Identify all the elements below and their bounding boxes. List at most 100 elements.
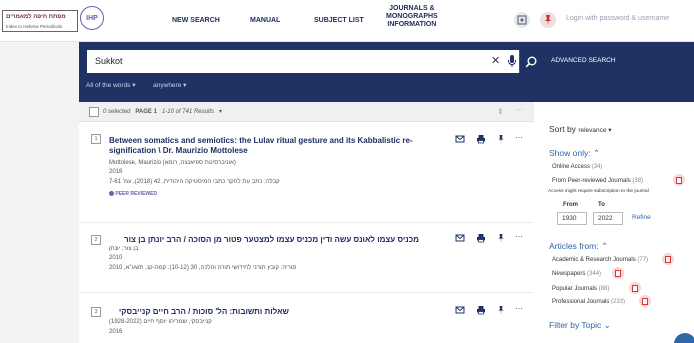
login-link[interactable]: Login with password & username — [566, 15, 669, 22]
show-only-header[interactable]: Show only: ⌃ — [549, 148, 600, 159]
results-menu-arrow[interactable]: ▾ — [219, 109, 222, 115]
nav-manual[interactable]: MANUAL — [250, 17, 280, 25]
exclude-icon[interactable] — [629, 282, 641, 294]
filters-sidebar: Sort by relevance ▾ Show only: ⌃ Online … — [534, 102, 694, 343]
pin-result-icon[interactable] — [496, 233, 506, 243]
filter-academic[interactable]: Academic & Research Journals (77) — [552, 257, 648, 263]
more-icon[interactable]: ⋯ — [515, 134, 525, 144]
clear-search-icon[interactable]: ✕ — [491, 54, 500, 67]
filter-popular[interactable]: Popular Journals (88) — [552, 286, 609, 292]
filter-topic-header[interactable]: Filter by Topic ⌄ — [549, 320, 611, 331]
nav-subject-list[interactable]: SUBJECT LIST — [314, 17, 364, 25]
popular-label: Popular Journals — [552, 286, 598, 292]
result-title-line1: Between somatics and semiotics: the Lula… — [109, 136, 413, 145]
email-icon[interactable] — [455, 134, 465, 144]
result-author: Mottolese, Maurizio (אוניברסיטת ספיאנצה,… — [109, 160, 236, 166]
peer-reviewed-label: PEER REVIEWED — [115, 191, 158, 197]
online-access-count: (34) — [591, 164, 603, 170]
logo-english-text: Index to Hebrew Periodicals — [6, 24, 63, 29]
microphone-icon[interactable] — [507, 54, 517, 68]
filter-professional[interactable]: Professional Journals (233) — [552, 299, 625, 305]
pin-icon[interactable] — [540, 12, 556, 28]
results-panel: 0 selected PAGE 1 1-10 of 741 Results ▾ … — [79, 102, 534, 343]
search-query-text: Sukkot — [95, 56, 123, 66]
exclude-icon[interactable] — [612, 267, 624, 279]
logo-hebrew-text: מפתח חיפה למאמרים — [6, 14, 66, 20]
exclude-icon[interactable] — [639, 295, 651, 307]
popular-count: (88) — [598, 286, 610, 292]
result-number[interactable]: 1 — [91, 134, 101, 144]
ihp-badge: IHP — [80, 6, 104, 30]
results-range: 1-10 of 741 Results — [161, 109, 214, 115]
exclude-icon[interactable] — [662, 253, 674, 265]
nav-journals-line3: INFORMATION — [387, 21, 437, 28]
refine-button[interactable]: Refine — [632, 214, 651, 221]
filter-online-access[interactable]: Online Access (34) — [552, 164, 602, 170]
nav-journals-line2: MONOGRAPHS — [386, 13, 438, 20]
academic-count: (77) — [637, 257, 649, 263]
more-options-icon[interactable]: ⋯ — [515, 105, 523, 114]
search-band: Sukkot ✕ ADVANCED SEARCH All of the word… — [79, 42, 694, 102]
print-icon[interactable] — [476, 305, 486, 315]
result-author: קנייבסקי, שמריהו יוסף חיים (1928-2022) — [109, 319, 212, 325]
filter-words-dropdown[interactable]: All of the words ▾ — [86, 82, 136, 89]
result-title-line2: signification \ Dr. Maurizio Mottolese — [109, 146, 248, 155]
result-title[interactable]: Between somatics and semiotics: the Lula… — [109, 136, 454, 156]
results-summary: 0 selected PAGE 1 1-10 of 741 Results ▾ — [103, 108, 222, 115]
search-icon — [525, 56, 537, 67]
year-from-input[interactable]: 1930 — [557, 212, 587, 225]
academic-label: Academic & Research Journals — [552, 257, 636, 263]
peer-reviewed-badge: PEER REVIEWED — [109, 191, 157, 197]
nav-new-search[interactable]: NEW SEARCH — [172, 17, 220, 25]
peer-reviewed-icon — [109, 191, 114, 197]
nav-journals[interactable]: JOURNALS & MONOGRAPHS INFORMATION — [386, 5, 438, 29]
search-filter-row: All of the words ▾ anywhere ▾ — [86, 81, 186, 89]
top-header: מפתח חיפה למאמרים Index to Hebrew Period… — [0, 0, 694, 42]
result-year: 2010 — [109, 255, 123, 261]
sort-by[interactable]: Sort by relevance ▾ — [549, 124, 612, 134]
result-title[interactable]: שאלות ותשובות: הל' סוכות / הרב חיים קניי… — [109, 307, 289, 317]
result-item: 3 שאלות ותשובות: הל' סוכות / הרב חיים קנ… — [79, 292, 534, 343]
pin-all-icon[interactable]: ⬍ — [497, 107, 504, 116]
exclude-icon[interactable] — [673, 174, 685, 186]
more-icon[interactable]: ⋯ — [515, 233, 525, 243]
accessibility-icon[interactable] — [514, 12, 530, 28]
advanced-search-link[interactable]: ADVANCED SEARCH — [551, 57, 616, 64]
result-item: 1 Between somatics and semiotics: the Lu… — [79, 134, 534, 222]
result-author: בן צור, יונתן — [109, 246, 139, 252]
peer-reviewed-count: (38) — [632, 178, 644, 184]
pin-result-icon[interactable] — [496, 305, 506, 315]
year-to-input[interactable]: 2022 — [593, 212, 623, 225]
result-year: 2016 — [109, 329, 123, 335]
result-title[interactable]: מכניס עצמו לאונס עשה ודין מכניס עצמו למצ… — [109, 235, 419, 245]
newspapers-count: (344) — [587, 271, 602, 277]
page-label: PAGE 1 — [135, 109, 157, 115]
from-label: From — [563, 202, 578, 208]
peer-reviewed-filter-label: From Peer-reviewed Journals — [552, 178, 631, 184]
result-number[interactable]: 3 — [91, 307, 101, 317]
filter-scope-dropdown[interactable]: anywhere ▾ — [153, 82, 186, 89]
nav-journals-line1: JOURNALS & — [389, 5, 435, 12]
site-logo[interactable]: מפתח חיפה למאמרים Index to Hebrew Period… — [2, 6, 104, 36]
pin-result-icon[interactable] — [496, 134, 506, 144]
print-icon[interactable] — [476, 233, 486, 243]
sort-value[interactable]: relevance ▾ — [578, 127, 611, 134]
print-icon[interactable] — [476, 134, 486, 144]
result-actions: ⋯ — [455, 305, 525, 315]
search-input[interactable]: Sukkot ✕ — [87, 50, 519, 73]
result-actions: ⋯ — [455, 134, 525, 144]
email-icon[interactable] — [455, 305, 465, 315]
result-number[interactable]: 2 — [91, 235, 101, 245]
more-icon[interactable]: ⋯ — [515, 305, 525, 315]
to-label: To — [598, 202, 605, 208]
search-button[interactable] — [519, 50, 542, 73]
select-all-checkbox[interactable] — [89, 107, 99, 117]
results-toolbar: 0 selected PAGE 1 1-10 of 741 Results ▾ … — [79, 102, 534, 122]
newspapers-label: Newspapers — [552, 271, 586, 277]
online-access-label: Online Access — [552, 164, 591, 170]
result-year: 2018 — [109, 169, 123, 175]
email-icon[interactable] — [455, 233, 465, 243]
filter-peer-reviewed[interactable]: From Peer-reviewed Journals (38) — [552, 178, 643, 184]
articles-from-header[interactable]: Articles from: ⌃ — [549, 241, 608, 252]
filter-newspapers[interactable]: Newspapers (344) — [552, 271, 601, 277]
